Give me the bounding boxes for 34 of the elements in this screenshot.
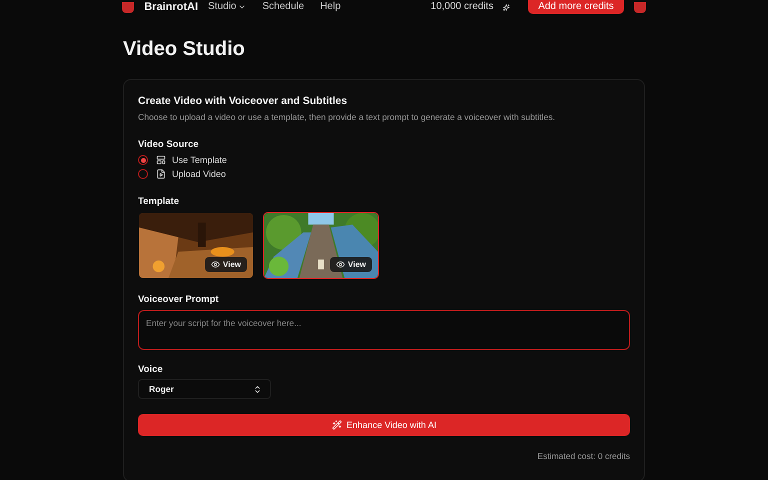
- field-label: Template: [138, 196, 180, 207]
- radio-label[interactable]: Upload Video: [172, 169, 226, 179]
- nav-link[interactable]: Help: [320, 1, 341, 13]
- view-button[interactable]: View: [204, 257, 247, 272]
- nav-link[interactable]: Studio: [208, 1, 246, 13]
- radio-label[interactable]: Use Template: [172, 155, 227, 165]
- template-thumbnail[interactable]: View: [263, 212, 379, 279]
- credits-count: 10,000 credits: [430, 1, 494, 13]
- brand-name: BrainrotAI: [144, 1, 198, 13]
- sparkle-icon: [503, 2, 510, 12]
- view-button[interactable]: View: [330, 257, 372, 272]
- nav-link[interactable]: Schedule: [262, 1, 304, 13]
- voice-select[interactable]: Roger: [138, 379, 271, 399]
- prompt-field[interactable]: Enter your script for the voiceover here...: [138, 310, 630, 350]
- file-icon: [156, 169, 166, 179]
- card-description: Choose to upload a video or use a template, then provide a text prompt to generate a voiceover with subtitles.: [138, 112, 556, 122]
- chevron-updown-icon: [253, 384, 262, 394]
- radio-button[interactable]: [138, 155, 148, 165]
- estimated-cost: Estimated cost: 0 credits: [537, 451, 630, 461]
- layout-icon: [156, 155, 166, 165]
- radio-button[interactable]: [138, 169, 148, 179]
- wand-icon: [332, 420, 342, 430]
- add-credits-button[interactable]: Add more credits: [528, 0, 624, 14]
- page-title: Video Studio: [123, 38, 246, 61]
- avatar-icon[interactable]: [634, 2, 646, 12]
- field-label: Voiceover Prompt: [138, 294, 220, 305]
- card-title: Create Video with Voiceover and Subtitles: [138, 95, 348, 107]
- eye-icon: [210, 260, 220, 269]
- template-thumbnail[interactable]: View: [138, 212, 254, 279]
- field-label: Video Source: [138, 139, 200, 150]
- logo-icon: [122, 2, 134, 12]
- enhance-button[interactable]: Enhance Video with AI: [138, 414, 630, 436]
- eye-icon: [336, 260, 345, 269]
- field-label: Voice: [138, 364, 164, 375]
